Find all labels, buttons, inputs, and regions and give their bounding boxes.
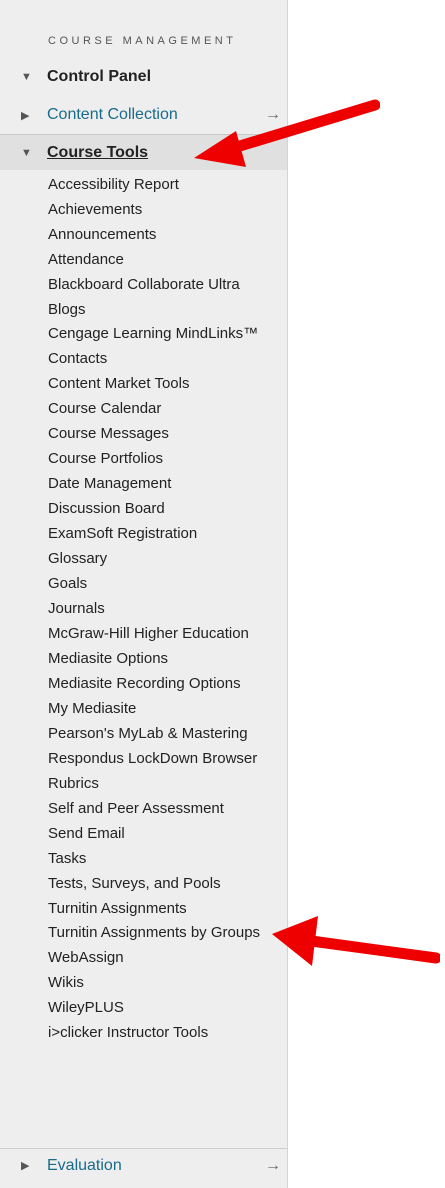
course-tool-respondus-lockdown-browser[interactable]: Respondus LockDown Browser — [48, 746, 286, 771]
nav-evaluation[interactable]: ▶ Evaluation → — [0, 1148, 287, 1182]
course-tool-pearson-s-mylab-mastering[interactable]: Pearson's MyLab & Mastering — [48, 721, 286, 746]
course-tool-wileyplus[interactable]: WileyPLUS — [48, 995, 286, 1020]
course-tool-achievements[interactable]: Achievements — [48, 197, 286, 222]
nav-control-panel[interactable]: ▼ Control Panel — [0, 62, 287, 92]
triangle-down-icon: ▼ — [21, 71, 32, 83]
course-tool-course-portfolios[interactable]: Course Portfolios — [48, 446, 286, 471]
course-tool-course-messages[interactable]: Course Messages — [48, 421, 286, 446]
course-tool-blackboard-collaborate-ultra[interactable]: Blackboard Collaborate Ultra — [48, 272, 286, 297]
course-tool-glossary[interactable]: Glossary — [48, 546, 286, 571]
course-tool-content-market-tools[interactable]: Content Market Tools — [48, 371, 286, 396]
course-tool-webassign[interactable]: WebAssign — [48, 945, 286, 970]
course-tool-blogs[interactable]: Blogs — [48, 297, 286, 322]
nav-course-tools-label: Course Tools — [47, 143, 149, 161]
course-tool-mcgraw-hill-higher-education[interactable]: McGraw-Hill Higher Education — [48, 621, 286, 646]
course-tool-accessibility-report[interactable]: Accessibility Report — [48, 172, 286, 197]
course-tool-wikis[interactable]: Wikis — [48, 970, 286, 995]
course-tool-date-management[interactable]: Date Management — [48, 471, 286, 496]
course-tool-goals[interactable]: Goals — [48, 571, 286, 596]
nav-control-panel-label: Control Panel — [47, 68, 152, 85]
course-tool-mediasite-recording-options[interactable]: Mediasite Recording Options — [48, 671, 286, 696]
course-tool-self-and-peer-assessment[interactable]: Self and Peer Assessment — [48, 796, 286, 821]
triangle-right-icon: ▶ — [21, 109, 30, 122]
course-tool-course-calendar[interactable]: Course Calendar — [48, 396, 286, 421]
triangle-down-icon: ▼ — [21, 146, 32, 159]
course-tool-turnitin-assignments-by-groups[interactable]: Turnitin Assignments by Groups — [48, 921, 286, 945]
nav-evaluation-label: Evaluation — [47, 1156, 122, 1174]
course-tool-tasks[interactable]: Tasks — [48, 846, 286, 871]
red-arrow-icon — [272, 916, 440, 966]
course-tool-examsoft-registration[interactable]: ExamSoft Registration — [48, 521, 286, 546]
course-management-panel: COURSE MANAGEMENT ▼ Control Panel ▶ Cont… — [0, 0, 288, 1188]
red-arrow-icon — [194, 99, 380, 167]
course-tool-my-mediasite[interactable]: My Mediasite — [48, 696, 286, 721]
right-arrow-icon[interactable]: → — [265, 1157, 281, 1175]
triangle-right-icon: ▶ — [21, 1160, 30, 1172]
section-heading: COURSE MANAGEMENT — [48, 35, 237, 47]
course-tool-rubrics[interactable]: Rubrics — [48, 771, 286, 796]
course-tool-attendance[interactable]: Attendance — [48, 247, 286, 272]
course-tool-journals[interactable]: Journals — [48, 596, 286, 621]
course-tool-mediasite-options[interactable]: Mediasite Options — [48, 646, 286, 671]
course-tool-i-clicker-instructor-tools[interactable]: i>clicker Instructor Tools — [48, 1020, 286, 1045]
course-tool-send-email[interactable]: Send Email — [48, 821, 286, 846]
course-tool-announcements[interactable]: Announcements — [48, 222, 286, 247]
course-tool-discussion-board[interactable]: Discussion Board — [48, 496, 286, 521]
course-tool-cengage-learning-mindlinks[interactable]: Cengage Learning MindLinks™ — [48, 322, 286, 346]
course-tools-list: Accessibility Report Achievements Announce… — [48, 172, 286, 1045]
course-tool-turnitin-assignments[interactable]: Turnitin Assignments — [48, 896, 286, 921]
course-tool-contacts[interactable]: Contacts — [48, 346, 286, 371]
nav-content-collection-label: Content Collection — [47, 106, 178, 123]
course-tool-tests-surveys-and-pools[interactable]: Tests, Surveys, and Pools — [48, 871, 286, 896]
